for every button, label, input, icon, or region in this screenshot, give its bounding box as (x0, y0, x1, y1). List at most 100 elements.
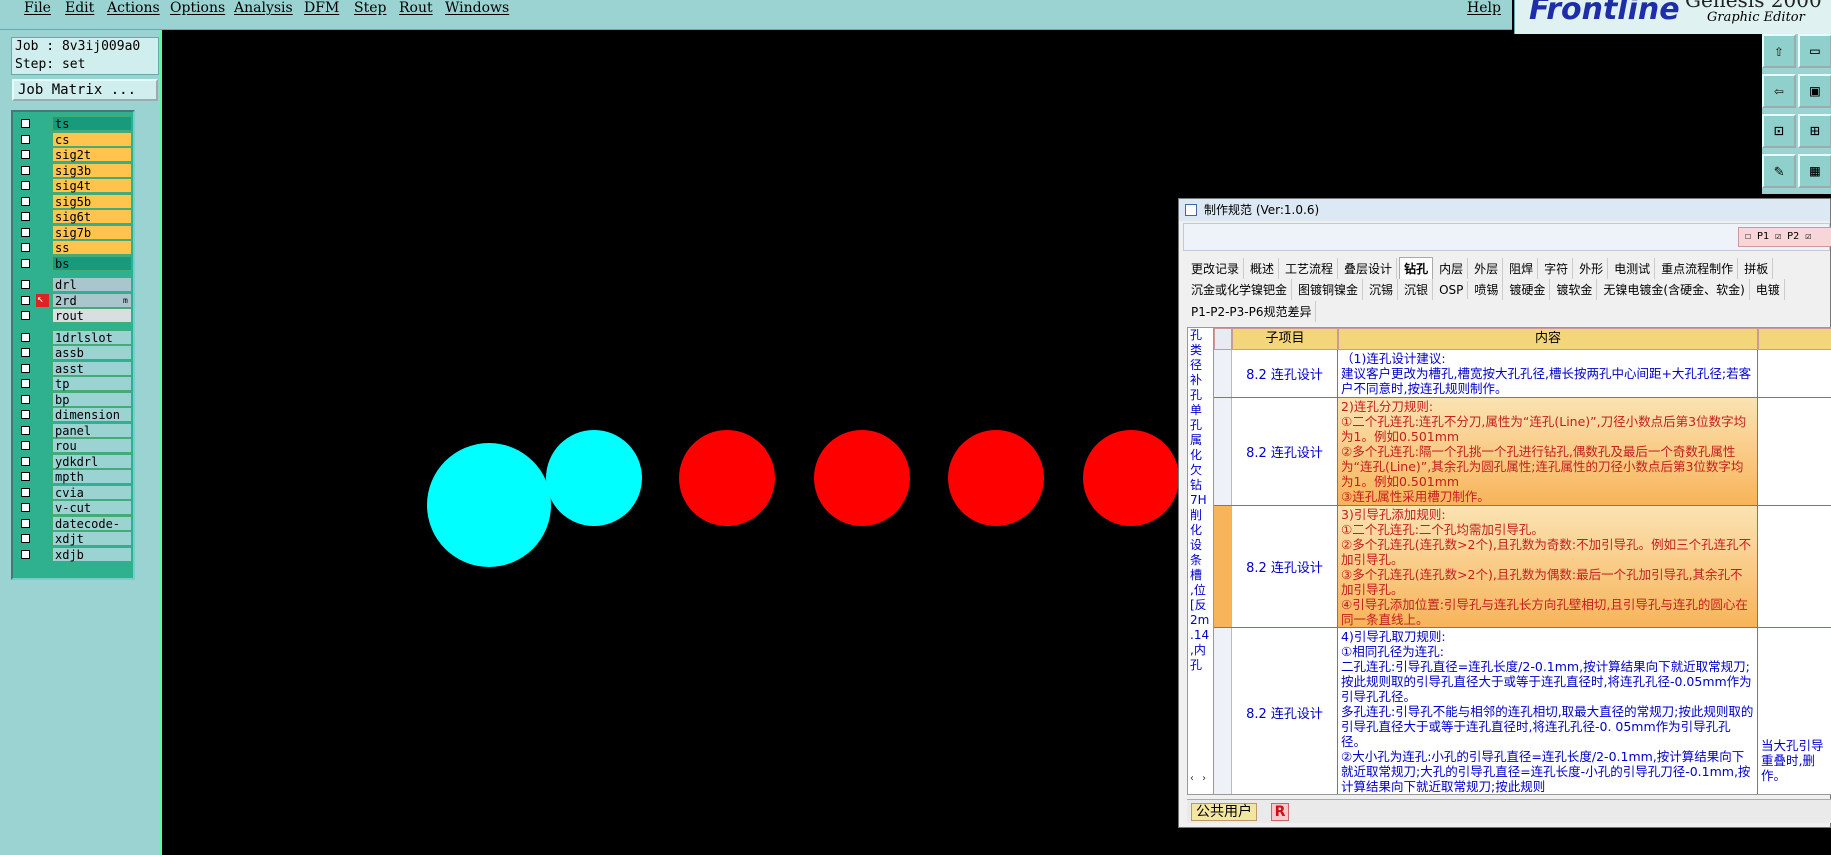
layer-row[interactable]: bs (17, 255, 132, 271)
tab-外层[interactable]: 外层 (1470, 258, 1504, 279)
job-matrix-button[interactable]: Job Matrix ... (12, 79, 158, 101)
layer-name[interactable]: bs (52, 255, 132, 271)
layer-row[interactable]: cvia (17, 484, 132, 500)
tab-外形[interactable]: 外形 (1575, 258, 1609, 279)
layer-checkbox[interactable] (21, 243, 30, 252)
layer-name[interactable]: 1drlslot (52, 329, 132, 345)
frame-icon[interactable]: ▣ (1798, 74, 1831, 108)
layer-row[interactable]: tp (17, 376, 132, 391)
layer-name[interactable]: asst (52, 360, 132, 376)
menu-file[interactable]: File (24, 0, 51, 16)
tab-OSP[interactable]: OSP (1435, 281, 1469, 299)
layer-row[interactable]: drl (17, 277, 132, 292)
layer-row[interactable]: v-cut (17, 500, 132, 515)
menu-actions[interactable]: Actions (107, 0, 160, 16)
layer-name[interactable]: ydkdrl (52, 453, 132, 469)
layer-checkbox[interactable] (21, 119, 30, 128)
menu-step[interactable]: Step (354, 0, 386, 16)
layer-name[interactable]: rou (52, 438, 132, 453)
layer-name[interactable]: ss (52, 240, 132, 255)
menu-windows[interactable]: Windows (445, 0, 509, 16)
layer-checkbox[interactable] (21, 549, 30, 559)
scroll-arrows-icon[interactable]: ‹ › (1189, 773, 1207, 784)
tab-镀硬金[interactable]: 镀硬金 (1505, 279, 1551, 300)
layer-checkbox[interactable] (21, 134, 30, 144)
layer-name[interactable]: xdjt (52, 531, 132, 546)
menu-rout[interactable]: Rout (399, 0, 433, 16)
layer-name[interactable]: ts (52, 116, 132, 131)
layer-name[interactable]: panel (52, 422, 132, 438)
layer-row[interactable]: bp (17, 391, 132, 407)
table-row[interactable]: 8.2 连孔设计 4)引导孔取刀规则: ①相同孔径为连孔: 二孔连孔:引导孔直径=… (1214, 628, 1831, 794)
tab-字符[interactable]: 字符 (1540, 258, 1574, 279)
layer-checkbox[interactable] (21, 212, 30, 221)
layer-name[interactable]: sig5b (52, 193, 132, 209)
layer-checkbox[interactable] (21, 165, 30, 175)
layer-checkbox[interactable] (21, 227, 30, 237)
drill-pad[interactable] (679, 430, 775, 526)
layer-checkbox[interactable] (21, 363, 30, 373)
selected-pad[interactable] (546, 430, 642, 526)
layer-row[interactable]: rout (17, 308, 132, 323)
layer-row[interactable]: sig2t (17, 147, 132, 162)
grid-icon[interactable]: ▦ (1798, 154, 1831, 188)
layer-checkbox[interactable] (21, 394, 30, 404)
layer-row[interactable]: xdjb (17, 546, 132, 562)
layer-checkbox[interactable] (21, 311, 30, 320)
layer-name[interactable]: xdjb (52, 546, 132, 562)
layer-row[interactable]: mpth (17, 469, 132, 484)
layer-row[interactable]: sig5b (17, 193, 132, 209)
row-indicator[interactable] (1214, 350, 1232, 397)
row-indicator[interactable] (1214, 628, 1232, 794)
layer-row[interactable]: datecode-bs (17, 515, 132, 546)
open-icon[interactable]: ⇧ (1762, 34, 1796, 68)
layer-checkbox[interactable] (21, 487, 30, 497)
layer-checkbox[interactable] (21, 258, 30, 268)
row-indicator[interactable] (1214, 506, 1232, 627)
table-row[interactable]: 8.2 连孔设计 3)引导孔添加规则: ①二个孔连孔:二个孔均需加引导孔。 ②多个… (1214, 506, 1831, 628)
drill-pad[interactable] (948, 430, 1044, 526)
zoom-area-icon[interactable]: ⊞ (1798, 114, 1831, 148)
menu-edit[interactable]: Edit (65, 0, 94, 16)
tab-叠层设计[interactable]: 叠层设计 (1340, 258, 1398, 279)
layer-checkbox[interactable] (21, 441, 30, 450)
tab-阻焊[interactable]: 阻焊 (1505, 258, 1539, 279)
layer-name[interactable]: sig6t (52, 209, 132, 224)
layer-checkbox[interactable] (21, 379, 30, 388)
plant-checkboxes[interactable]: ☐ P1 ☑ P2 ☑ (1738, 227, 1831, 247)
layer-name[interactable]: bp (52, 391, 132, 407)
layer-checkbox[interactable] (21, 332, 30, 342)
layer-name[interactable]: cs (52, 131, 132, 147)
layer-checkbox[interactable] (21, 295, 30, 305)
layer-row[interactable]: sig6t (17, 209, 132, 224)
layer-name[interactable]: sig4t (52, 178, 132, 193)
menu-options[interactable]: Options (170, 0, 225, 16)
layer-checkbox[interactable] (21, 456, 30, 466)
layer-row[interactable]: ydkdrl (17, 453, 132, 469)
table-row[interactable]: 8.2 连孔设计 2)连孔分刀规则: ①二个孔连孔:连孔不分刀,属性为“连孔(Li… (1214, 398, 1831, 506)
layer-name[interactable]: rout (52, 308, 132, 323)
tab-无镍电镀金(含硬金、软金)[interactable]: 无镍电镀金(含硬金、软金) (1599, 279, 1750, 300)
layer-checkbox[interactable] (21, 150, 30, 159)
menu-dfm[interactable]: DFM (304, 0, 339, 16)
layer-checkbox[interactable] (21, 196, 30, 206)
layer-row[interactable]: ss (17, 240, 132, 255)
layer-name[interactable]: mpth (52, 469, 132, 484)
layer-row[interactable]: ts (17, 116, 132, 131)
tab-沉银[interactable]: 沉银 (1400, 279, 1434, 300)
layer-checkbox[interactable] (21, 348, 30, 357)
tab-沉锡[interactable]: 沉锡 (1365, 279, 1399, 300)
layer-name[interactable]: drl (52, 277, 132, 292)
layer-checkbox[interactable] (21, 518, 30, 528)
layer-name[interactable]: v-cut (52, 500, 132, 515)
menu-help[interactable]: Help (1467, 0, 1501, 16)
drill-pad[interactable] (814, 430, 910, 526)
layer-name[interactable]: sig7b (52, 224, 132, 240)
affected-arrow-icon[interactable] (36, 292, 49, 307)
window-icon[interactable]: ▭ (1798, 34, 1831, 68)
measure-icon[interactable]: ✎ (1762, 154, 1796, 188)
fit-icon[interactable]: ⊡ (1762, 114, 1796, 148)
layer-row[interactable]: xdjt (17, 531, 132, 546)
layer-row[interactable]: panel (17, 422, 132, 438)
layer-row[interactable]: 1drlslot (17, 329, 132, 345)
